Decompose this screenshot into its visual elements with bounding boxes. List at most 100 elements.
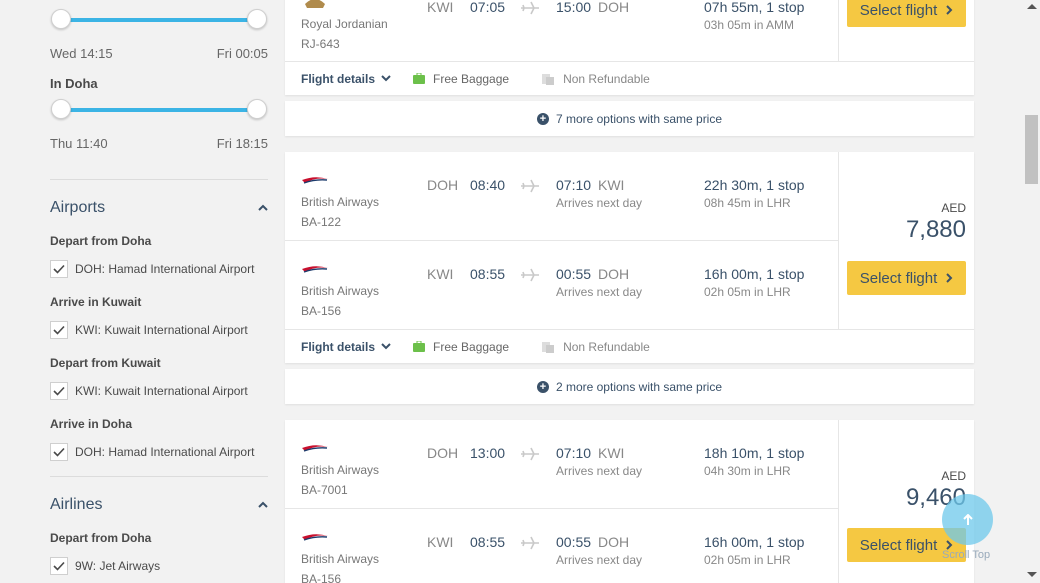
slider-max-label: Fri 00:05	[216, 46, 268, 61]
layover: 02h 05m in LHR	[704, 553, 791, 567]
in-doha-label: In Doha	[50, 76, 98, 91]
checkbox[interactable]	[50, 260, 68, 278]
british-airways-logo-icon	[302, 266, 328, 273]
select-flight-label: Select flight	[859, 536, 938, 554]
checkbox[interactable]	[50, 382, 68, 400]
filter-group-label: Arrive in Doha	[50, 417, 133, 431]
divider	[50, 476, 268, 477]
flight-leg: British Airways BA-7001 DOH 13:00 07:10 …	[285, 420, 838, 509]
airports-section-header[interactable]: Airports	[50, 199, 268, 217]
filter-group-label: Depart from Kuwait	[50, 356, 161, 370]
slider-handle-max[interactable]	[247, 99, 267, 119]
scrollbar[interactable]	[1023, 0, 1040, 583]
divider	[838, 0, 839, 61]
plane-icon	[521, 536, 539, 550]
departure-time: 08:40	[470, 177, 506, 193]
airports-title: Airports	[50, 199, 106, 216]
slider-handle-min[interactable]	[51, 99, 71, 119]
arrival-airport: KWI	[598, 445, 625, 461]
plane-icon	[521, 447, 539, 461]
departure-airport: KWI	[427, 0, 454, 15]
baggage-info: Free Baggage	[413, 72, 509, 86]
arrival-airport: KWI	[598, 177, 625, 193]
layover: 03h 05m in AMM	[704, 18, 795, 32]
scroll-up-arrow-icon[interactable]	[1027, 4, 1037, 9]
scrollbar-thumb[interactable]	[1025, 115, 1038, 184]
slider-track	[60, 18, 258, 22]
baggage-icon	[413, 73, 426, 84]
airport-checkbox-row[interactable]: KWI: Kuwait International Airport	[50, 382, 248, 400]
select-flight-label: Select flight	[859, 1, 938, 19]
slider-range-labels: Wed 14:15 Fri 00:05	[50, 46, 268, 61]
baggage-icon	[413, 341, 426, 352]
flight-leg: British Airways BA-156 KWI 08:55 00:55 D…	[285, 241, 838, 330]
arrow-up-icon	[962, 513, 973, 525]
checkbox[interactable]	[50, 443, 68, 461]
flight-result-card: Royal Jordanian RJ-643 KWI 07:05 15:00 D…	[285, 0, 974, 95]
check-icon	[53, 561, 65, 571]
royal-jordanian-logo-icon	[305, 0, 325, 8]
chevron-down-icon	[381, 75, 391, 82]
arrival-time: 00:55	[556, 266, 592, 282]
chevron-right-icon	[946, 273, 953, 283]
flight-number: BA-156	[301, 572, 342, 583]
slider-min-label: Thu 11:40	[50, 136, 108, 151]
filter-group-label: Arrive in Kuwait	[50, 295, 142, 309]
arrival-time: 07:10	[556, 177, 592, 193]
more-options-button[interactable]: + 2 more options with same price	[285, 369, 974, 404]
select-flight-button[interactable]: Select flight	[847, 0, 966, 27]
british-airways-logo-icon	[302, 534, 328, 541]
scroll-top-button[interactable]	[942, 494, 993, 545]
checkbox[interactable]	[50, 557, 68, 575]
plane-icon	[521, 1, 539, 15]
flight-details-label: Flight details	[301, 339, 376, 354]
more-options-button[interactable]: + 7 more options with same price	[285, 101, 974, 136]
arrival-note: Arrives next day	[556, 464, 643, 478]
british-airways-logo-icon	[302, 177, 328, 184]
flight-leg: British Airways BA-156 KWI 08:55 00:55 D…	[285, 509, 838, 583]
flight-number: BA-156	[301, 304, 342, 318]
checkbox-label: DOH: Hamad International Airport	[75, 262, 255, 276]
departure-time-slider[interactable]	[50, 9, 268, 29]
arrival-time: 00:55	[556, 534, 592, 550]
non-refundable-icon	[542, 73, 555, 85]
price-amount: 7,880	[905, 216, 966, 243]
checkbox-label: DOH: Hamad International Airport	[75, 445, 255, 459]
flight-details-toggle[interactable]: Flight details	[301, 340, 391, 354]
checkbox-label: KWI: Kuwait International Airport	[75, 323, 248, 337]
slider-handle-max[interactable]	[247, 9, 267, 29]
flight-details-toggle[interactable]: Flight details	[301, 72, 391, 86]
flight-number: RJ-643	[301, 37, 340, 51]
arrival-airport: DOH	[598, 0, 630, 15]
slider-min-label: Wed 14:15	[50, 46, 113, 61]
airline-name: British Airways	[301, 552, 380, 566]
chevron-up-icon	[258, 501, 268, 508]
airline-checkbox-row[interactable]: 9W: Jet Airways	[50, 557, 160, 575]
arrival-airport: DOH	[598, 534, 630, 550]
departure-time: 08:55	[470, 534, 506, 550]
airport-checkbox-row[interactable]: KWI: Kuwait International Airport	[50, 321, 248, 339]
airport-checkbox-row[interactable]: DOH: Hamad International Airport	[50, 443, 254, 461]
airport-checkbox-row[interactable]: DOH: Hamad International Airport	[50, 260, 254, 278]
plane-icon	[521, 268, 539, 282]
chevron-up-icon	[258, 204, 268, 211]
slider-track	[60, 108, 258, 112]
departure-time: 13:00	[470, 445, 506, 461]
refund-label: Non Refundable	[563, 339, 650, 354]
doha-time-slider[interactable]	[50, 99, 268, 119]
refund-info: Non Refundable	[541, 340, 650, 354]
duration: 22h 30m, 1 stop	[704, 177, 805, 193]
scroll-down-arrow-icon[interactable]	[1027, 572, 1037, 577]
checkbox[interactable]	[50, 321, 68, 339]
non-refundable-icon	[542, 341, 555, 353]
airlines-section-header[interactable]: Airlines	[50, 496, 268, 514]
refund-label: Non Refundable	[563, 71, 650, 86]
duration: 07h 55m, 1 stop	[704, 0, 805, 15]
departure-airport: KWI	[427, 534, 454, 550]
select-flight-button[interactable]: Select flight	[847, 261, 966, 295]
divider	[838, 420, 839, 583]
arrival-airport: DOH	[598, 266, 630, 282]
slider-handle-min[interactable]	[51, 9, 71, 29]
check-icon	[53, 264, 65, 274]
select-flight-label: Select flight	[859, 269, 938, 287]
